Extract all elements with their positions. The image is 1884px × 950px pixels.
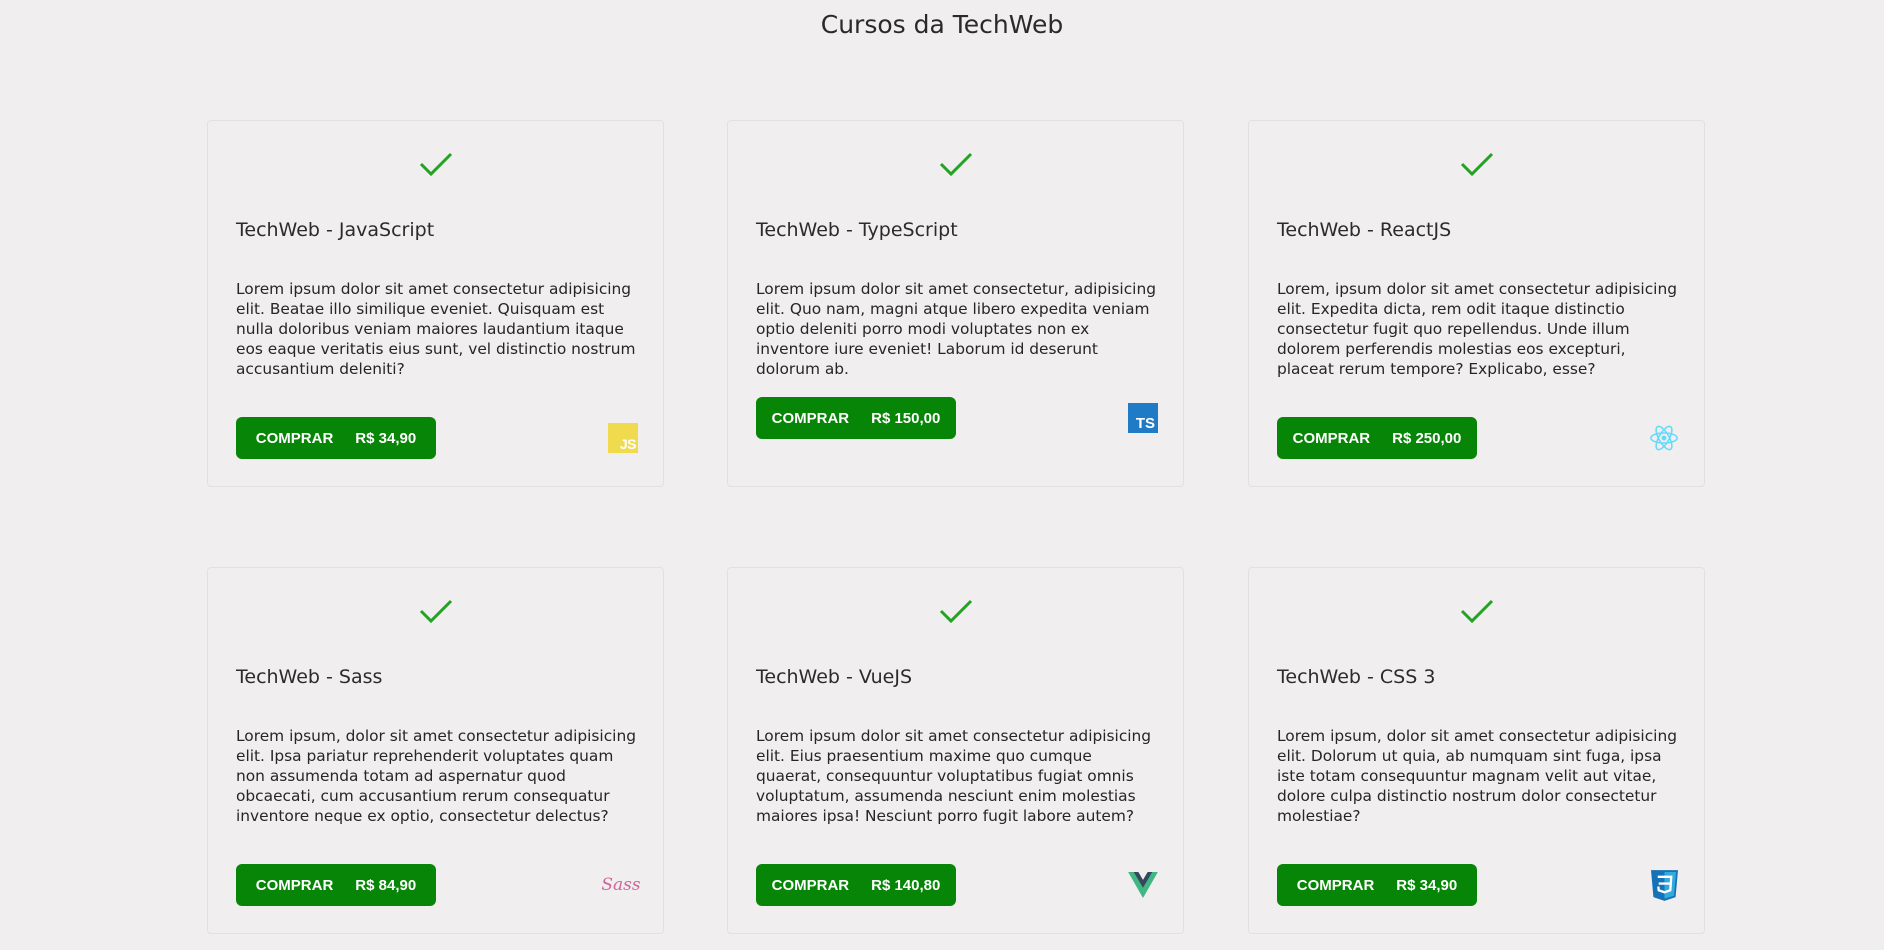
buy-button-label: COMPRAR <box>255 429 334 447</box>
course-card-sass: TechWeb - Sass Lorem ipsum, dolor sit am… <box>207 567 664 934</box>
javascript-logo-text: JS <box>619 436 637 452</box>
course-price: R$ 140,80 <box>871 876 941 894</box>
buy-button-label: COMPRAR <box>1296 876 1375 894</box>
course-price: R$ 84,90 <box>355 876 417 894</box>
course-description: Lorem ipsum, dolor sit amet consectetur … <box>1277 727 1677 825</box>
course-title: TechWeb - ReactJS <box>1277 219 1452 241</box>
check-icon <box>1460 599 1494 624</box>
course-description: Lorem ipsum dolor sit amet consectetur, … <box>756 280 1156 378</box>
course-card-typescript: TechWeb - TypeScript Lorem ipsum dolor s… <box>727 120 1184 487</box>
page-title: Cursos da TechWeb <box>820 10 1064 39</box>
javascript-logo-icon: JS <box>608 423 638 453</box>
course-price: R$ 34,90 <box>1396 876 1458 894</box>
course-card-css3: TechWeb - CSS 3 Lorem ipsum, dolor sit a… <box>1248 567 1705 934</box>
check-icon <box>419 152 453 177</box>
check-icon <box>419 599 453 624</box>
react-logo-icon <box>1649 423 1679 453</box>
course-title: TechWeb - JavaScript <box>236 219 435 241</box>
sass-logo-icon: Sass <box>601 870 641 900</box>
course-price: R$ 34,90 <box>355 429 417 447</box>
buy-button-label: COMPRAR <box>1292 429 1371 447</box>
course-description: Lorem ipsum dolor sit amet consectetur a… <box>236 280 636 378</box>
course-card-reactjs: TechWeb - ReactJS Lorem, ipsum dolor sit… <box>1248 120 1705 487</box>
course-title: TechWeb - VueJS <box>756 666 913 688</box>
check-icon <box>939 152 973 177</box>
buy-button[interactable]: COMPRAR R$ 140,80 <box>756 864 956 906</box>
buy-button-label: COMPRAR <box>771 876 850 894</box>
course-description: Lorem ipsum dolor sit amet consectetur a… <box>756 727 1152 825</box>
css3-logo-icon <box>1649 869 1679 901</box>
course-title: TechWeb - CSS 3 <box>1277 666 1436 688</box>
typescript-logo-icon: TS <box>1128 403 1158 433</box>
buy-button[interactable]: COMPRAR R$ 34,90 <box>1277 864 1477 906</box>
vue-logo-icon <box>1128 870 1158 900</box>
check-icon <box>939 599 973 624</box>
buy-button-label: COMPRAR <box>771 409 850 427</box>
course-card-javascript: TechWeb - JavaScript Lorem ipsum dolor s… <box>207 120 664 487</box>
buy-button[interactable]: COMPRAR R$ 150,00 <box>756 397 956 439</box>
course-card-vuejs: TechWeb - VueJS Lorem ipsum dolor sit am… <box>727 567 1184 934</box>
buy-button[interactable]: COMPRAR R$ 250,00 <box>1277 417 1477 459</box>
check-icon <box>1460 152 1494 177</box>
course-description: Lorem, ipsum dolor sit amet consectetur … <box>1277 280 1677 378</box>
buy-button[interactable]: COMPRAR R$ 34,90 <box>236 417 436 459</box>
sass-logo-text: Sass <box>601 875 641 895</box>
buy-button[interactable]: COMPRAR R$ 84,90 <box>236 864 436 906</box>
course-title: TechWeb - TypeScript <box>756 219 958 241</box>
typescript-logo-text: TS <box>1135 415 1155 432</box>
course-title: TechWeb - Sass <box>236 666 383 688</box>
course-description: Lorem ipsum, dolor sit amet consectetur … <box>236 727 636 825</box>
course-price: R$ 150,00 <box>871 409 941 427</box>
buy-button-label: COMPRAR <box>255 876 334 894</box>
course-price: R$ 250,00 <box>1392 429 1462 447</box>
